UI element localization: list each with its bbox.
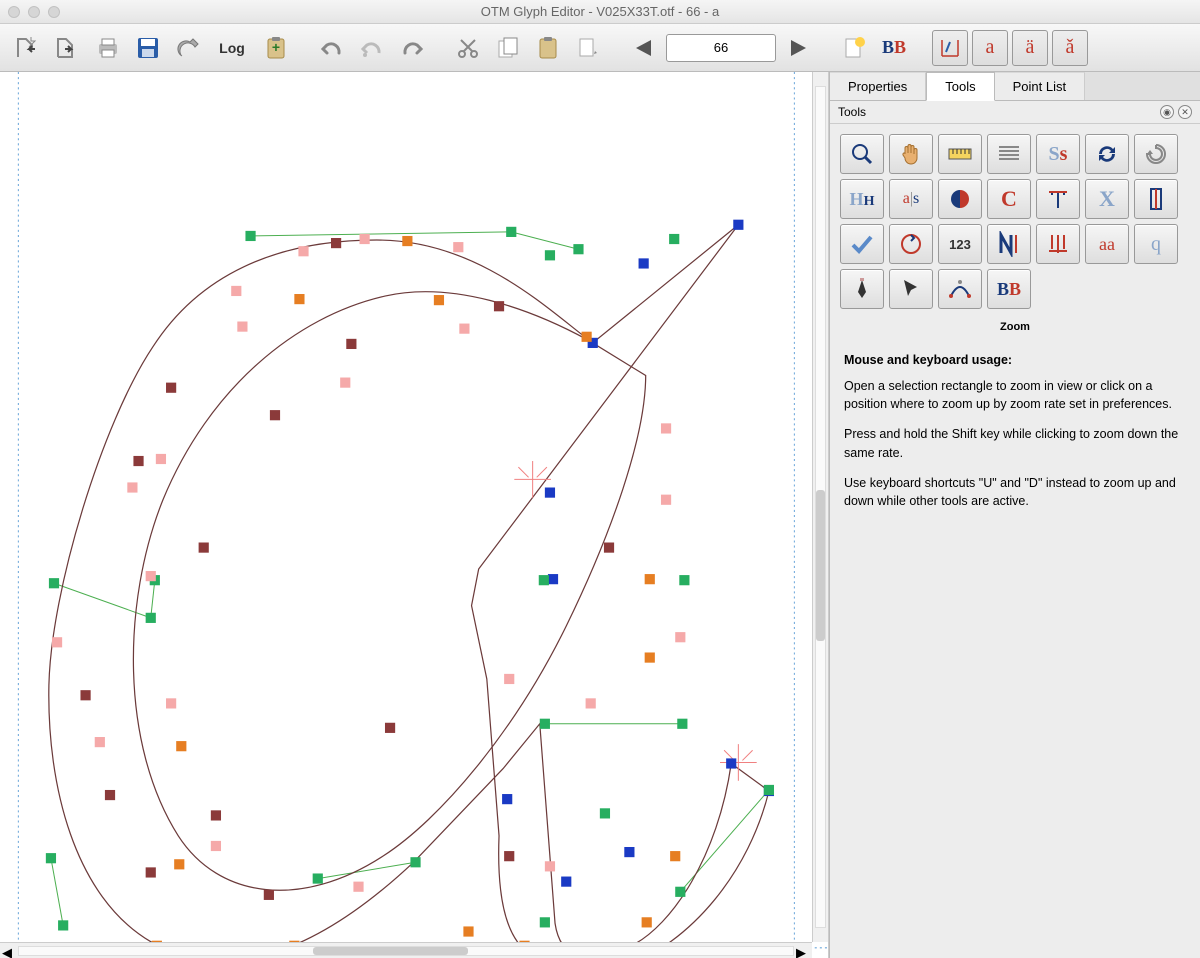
log-button[interactable]: Log <box>210 30 254 66</box>
panel-detach-icon[interactable]: ◉ <box>1160 105 1174 119</box>
bold-preview-button[interactable]: BB <box>876 30 912 66</box>
log-label: Log <box>219 40 245 56</box>
undo-history-button[interactable] <box>354 30 390 66</box>
side-panel: Properties Tools Point List Tools ◉ ✕ Ss… <box>829 72 1200 958</box>
baseline-tool[interactable] <box>1036 179 1080 219</box>
glyph-a-outline-button[interactable]: a <box>972 30 1008 66</box>
sidebearing-tool[interactable]: a|s <box>889 179 933 219</box>
import-button[interactable] <box>10 30 46 66</box>
scroll-left-icon[interactable]: ◀ <box>2 945 16 957</box>
tab-properties[interactable]: Properties <box>830 72 926 100</box>
settings-button[interactable] <box>170 30 206 66</box>
hinting-tool[interactable]: HH <box>840 179 884 219</box>
pen-tool[interactable] <box>840 269 884 309</box>
svg-text:+: + <box>272 39 280 55</box>
paste-button[interactable] <box>530 30 566 66</box>
bold-tool[interactable]: BB <box>987 269 1031 309</box>
cut-button[interactable] <box>450 30 486 66</box>
tool-help-text: Mouse and keyboard usage: Open a selecti… <box>830 341 1200 532</box>
help-heading: Mouse and keyboard usage: <box>844 351 1186 369</box>
direction-tool[interactable] <box>889 224 933 264</box>
help-p1: Open a selection rectangle to zoom in vi… <box>844 377 1186 413</box>
vertical-scrollbar[interactable] <box>812 72 828 942</box>
new-glyph-button[interactable] <box>836 30 872 66</box>
pan-tool[interactable] <box>889 134 933 174</box>
tab-point-list[interactable]: Point List <box>995 72 1085 100</box>
stem-tool[interactable] <box>987 224 1031 264</box>
measure-tool[interactable] <box>938 134 982 174</box>
align-tool[interactable] <box>1036 224 1080 264</box>
paste-link-button[interactable] <box>570 30 606 66</box>
window-title: OTM Glyph Editor - V025X33T.otf - 66 - a <box>0 4 1200 19</box>
help-p2: Press and hold the Shift key while click… <box>844 425 1186 461</box>
tools-panel-title: Tools <box>838 105 866 119</box>
content-area: ◀ ▶ Properties Tools Point List Tools ◉ … <box>0 72 1200 958</box>
contrast-tool[interactable] <box>938 179 982 219</box>
undo-button[interactable] <box>314 30 350 66</box>
print-button[interactable] <box>90 30 126 66</box>
numbers-tool[interactable]: 123 <box>938 224 982 264</box>
check-tool[interactable] <box>840 224 884 264</box>
tool-grid: Ss HHa|s C X 123 aaq BB <box>830 124 1200 319</box>
glyph-a-diacritic2-button[interactable]: ǎ <box>1052 30 1088 66</box>
prev-glyph-button[interactable] <box>626 30 662 66</box>
export-button[interactable] <box>50 30 86 66</box>
scroll-right-icon[interactable]: ▶ <box>796 945 810 957</box>
next-glyph-button[interactable] <box>780 30 816 66</box>
glyph-canvas-wrap: ◀ ▶ <box>0 72 829 958</box>
titlebar: OTM Glyph Editor - V025X33T.otf - 66 - a <box>0 0 1200 24</box>
remove-tool[interactable]: X <box>1085 179 1129 219</box>
save-button[interactable] <box>130 30 166 66</box>
tail-tool[interactable]: q <box>1134 224 1178 264</box>
clipboard-add-button[interactable]: + <box>258 30 294 66</box>
glyph-a-diacritic1-button[interactable]: ä <box>1012 30 1048 66</box>
contour-tool[interactable]: C <box>987 179 1031 219</box>
sync-tool[interactable] <box>1085 134 1129 174</box>
glyph-index-input[interactable] <box>666 34 776 62</box>
glyph-canvas[interactable] <box>0 72 828 958</box>
metrics-button[interactable] <box>932 30 968 66</box>
curve-tool[interactable] <box>938 269 982 309</box>
zoom-tool[interactable] <box>840 134 884 174</box>
main-toolbar: Log + BB a ä ǎ <box>0 24 1200 72</box>
overlap-tool[interactable]: Ss <box>1036 134 1080 174</box>
copy-button[interactable] <box>490 30 526 66</box>
horizontal-scrollbar[interactable]: ◀ ▶ <box>0 942 812 958</box>
tools-panel-header: Tools ◉ ✕ <box>830 101 1200 124</box>
guides-tool[interactable] <box>987 134 1031 174</box>
selected-tool-label: Zoom <box>830 319 1200 341</box>
side-panel-tabs: Properties Tools Point List <box>830 72 1200 101</box>
redo-button[interactable] <box>394 30 430 66</box>
split-tool[interactable] <box>1134 179 1178 219</box>
refresh-tool[interactable] <box>1134 134 1178 174</box>
panel-close-icon[interactable]: ✕ <box>1178 105 1192 119</box>
pointer-tool[interactable] <box>889 269 933 309</box>
tab-tools[interactable]: Tools <box>926 72 994 101</box>
help-p3: Use keyboard shortcuts "U" and "D" inste… <box>844 474 1186 510</box>
kerning-tool[interactable]: aa <box>1085 224 1129 264</box>
